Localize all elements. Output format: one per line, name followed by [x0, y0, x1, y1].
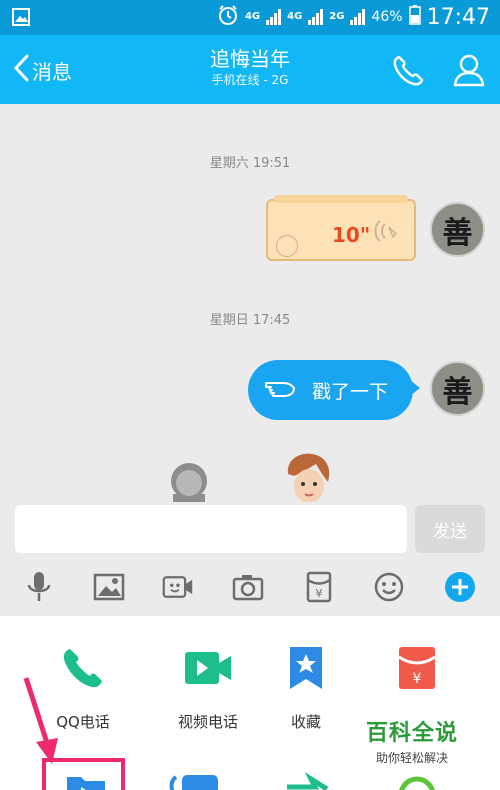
pointer-arrow-annotation — [22, 676, 62, 770]
video-icon[interactable] — [162, 571, 194, 603]
signal-icon-2 — [308, 9, 324, 25]
camera-icon[interactable] — [232, 571, 264, 603]
signal-icon — [266, 9, 282, 25]
chat-bubble-icon — [144, 766, 244, 790]
send-button[interactable]: 发送 — [415, 505, 485, 553]
voice-message-bubble[interactable]: 10" — [266, 195, 416, 261]
network-type-2: 4G — [287, 11, 303, 22]
microphone-icon[interactable] — [23, 571, 55, 603]
svg-text:¥: ¥ — [413, 671, 422, 687]
chat-area[interactable]: 星期六 19:51 10" 善 星期日 17:45 戳了一下 善 — [0, 104, 500, 502]
gallery-notification-icon — [12, 8, 30, 30]
message-input[interactable] — [15, 505, 407, 553]
network-type-3: 2G — [329, 11, 345, 22]
refresh-button[interactable] — [367, 766, 467, 790]
watermark-title: 百科全说 — [365, 721, 458, 746]
highlight-box-annotation — [42, 758, 125, 790]
arrow-icon — [256, 766, 356, 790]
battery-icon — [408, 5, 421, 29]
input-toolbar: ¥ — [0, 558, 500, 616]
signal-icon-3 — [350, 9, 366, 25]
transfer-button[interactable] — [256, 766, 356, 790]
video-call-button[interactable]: 视频电话 — [158, 643, 258, 732]
image-icon[interactable] — [93, 571, 125, 603]
watermark: 百科全说 助你轻松解决 — [362, 715, 462, 766]
profile-icon[interactable] — [452, 52, 486, 92]
emoji-icon[interactable] — [373, 571, 405, 603]
video-call-icon — [158, 643, 258, 693]
timestamp: 星期日 17:45 — [209, 313, 291, 328]
avatar[interactable]: 善 — [430, 202, 485, 257]
cartoon-character-figure — [282, 452, 334, 502]
network-type-1: 4G — [244, 11, 261, 22]
feature-label: 视频电话 — [177, 713, 238, 731]
chat-header: 消息 追悔当年 手机在线 - 2G — [0, 35, 500, 104]
watermark-subtitle: 助你轻松解决 — [375, 751, 448, 765]
status-bar: 4G 4G 2G 46% 17:47 — [0, 0, 500, 35]
plus-icon[interactable] — [444, 571, 476, 603]
favorite-icon — [256, 643, 356, 693]
poke-text: 戳了一下 — [312, 380, 389, 403]
feature-label: 收藏 — [290, 713, 321, 731]
voice-duration: 10" — [332, 223, 371, 247]
alarm-icon — [217, 4, 239, 30]
red-packet-icon[interactable]: ¥ — [303, 571, 335, 603]
poke-message-bubble[interactable]: 戳了一下 — [248, 360, 420, 420]
seal-decoration — [276, 235, 298, 257]
red-packet-feature-icon: ¥ — [367, 643, 467, 693]
scroll-decoration — [274, 195, 408, 203]
battery-percent: 46% — [371, 9, 403, 25]
input-row: 发送 — [0, 502, 500, 558]
poke-hand-icon — [264, 377, 298, 403]
phone-call-button[interactable] — [390, 53, 426, 93]
clock: 17:47 — [426, 4, 490, 30]
screen-share-button[interactable] — [144, 766, 244, 790]
avatar[interactable]: 善 — [430, 361, 485, 416]
red-packet-button[interactable]: ¥ — [367, 643, 467, 693]
grey-character-figure — [164, 456, 214, 502]
refresh-icon — [367, 766, 467, 790]
svg-text:¥: ¥ — [316, 587, 323, 600]
favorites-button[interactable]: 收藏 — [256, 643, 356, 732]
voice-wave-icon — [368, 217, 402, 249]
timestamp: 星期六 19:51 — [209, 156, 291, 171]
